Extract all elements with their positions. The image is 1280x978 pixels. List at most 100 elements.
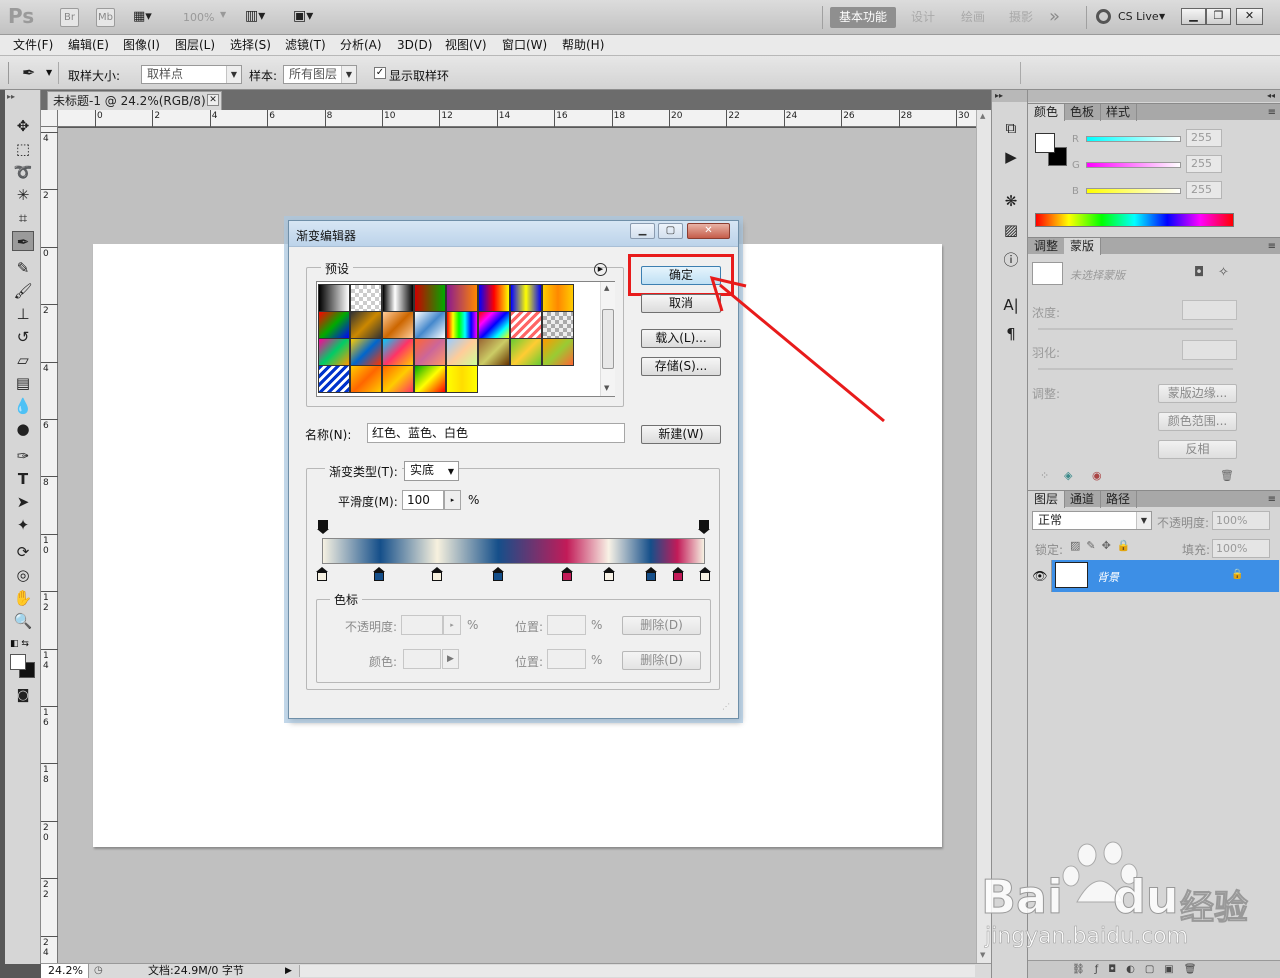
workspace-essentials[interactable]: 基本功能 [830, 7, 896, 28]
green-slider[interactable] [1086, 162, 1181, 168]
tab-channels[interactable]: 通道 [1064, 491, 1102, 508]
gradient-preset-swatch[interactable] [318, 365, 350, 393]
healing-brush-tool-icon[interactable]: ✎ [12, 258, 34, 278]
invert-button[interactable]: 反相 [1158, 440, 1237, 459]
type-tool-icon[interactable]: T [12, 469, 34, 489]
show-ring-checkbox[interactable]: ✓ [374, 67, 386, 79]
pen-tool-icon[interactable]: ✑ [12, 446, 34, 466]
info-panel-icon[interactable]: ⓘ [1001, 250, 1021, 270]
workspace-design[interactable]: 设计 [900, 7, 946, 28]
feather-field[interactable] [1182, 340, 1237, 360]
tab-masks[interactable]: 蒙版 [1064, 238, 1102, 255]
tab-layers[interactable]: 图层 [1028, 491, 1066, 508]
minimize-button[interactable]: ▁ [1181, 8, 1206, 25]
feather-slider[interactable] [1038, 368, 1233, 370]
blue-value[interactable]: 255 [1186, 181, 1222, 199]
opacity-stop-right[interactable] [698, 520, 710, 534]
status-menu-icon[interactable]: ▶ [285, 964, 292, 978]
gradient-preset-swatch[interactable] [350, 284, 382, 312]
gradient-preset-swatch[interactable] [542, 284, 574, 312]
layer-row-background[interactable]: 👁 背景 🔒 [1029, 560, 1279, 592]
gradient-preset-swatch[interactable] [414, 338, 446, 366]
gradient-preset-swatch[interactable] [510, 311, 542, 339]
color-location-field[interactable] [547, 649, 586, 669]
red-value[interactable]: 255 [1186, 129, 1222, 147]
menu-image[interactable]: 图像(I) [123, 37, 160, 54]
tab-paths[interactable]: 路径 [1100, 491, 1138, 508]
mask-visibility-icon[interactable]: ◉ [1092, 469, 1102, 482]
menu-window[interactable]: 窗口(W) [502, 37, 547, 54]
menu-layer[interactable]: 图层(L) [175, 37, 215, 54]
minimize-icon[interactable]: ▁ [630, 223, 655, 239]
gradient-preset-swatch[interactable] [542, 338, 574, 366]
collapse-icon[interactable]: ▸▸ [7, 92, 15, 101]
maximize-icon[interactable]: ▢ [658, 223, 683, 239]
color-stop[interactable] [316, 567, 328, 581]
workspace-photography[interactable]: 摄影 [998, 7, 1044, 28]
gradient-preset-swatch[interactable] [446, 338, 478, 366]
character-panel-icon[interactable]: A| [1001, 295, 1021, 315]
density-field[interactable] [1182, 300, 1237, 320]
opacity-stop-left[interactable] [317, 520, 329, 534]
density-slider[interactable] [1038, 328, 1233, 330]
zoom-field[interactable]: 24.2% [41, 964, 89, 978]
eyedropper-tool-icon[interactable]: ✒ [12, 231, 34, 251]
zoom-tool-icon[interactable]: 🔍 [12, 611, 34, 631]
gradient-preset-swatch[interactable] [414, 311, 446, 339]
stop-opacity-stepper[interactable]: ▸ [443, 615, 461, 635]
scroll-thumb[interactable] [602, 309, 614, 369]
history-panel-icon[interactable]: ⧉ [1001, 118, 1021, 138]
color-stop[interactable] [492, 567, 505, 581]
dodge-tool-icon[interactable]: ● [12, 419, 34, 439]
gradient-preset-swatch[interactable] [382, 338, 414, 366]
view-extras-icon[interactable]: ▦▾ [133, 9, 163, 26]
navigator-panel-icon[interactable]: ❋ [1001, 191, 1021, 211]
color-stop[interactable] [430, 567, 443, 581]
blend-mode-select[interactable]: 正常 ▼ [1032, 511, 1152, 530]
tab-color[interactable]: 颜色 [1028, 104, 1066, 121]
gradient-preset-swatch[interactable] [510, 338, 542, 366]
cslive-menu[interactable]: CS Live [1118, 10, 1159, 23]
scroll-up-icon[interactable]: ▲ [980, 112, 985, 120]
fill-field[interactable]: 100% [1212, 539, 1270, 558]
gradient-preset-swatch[interactable] [350, 365, 382, 393]
marquee-tool-icon[interactable]: ⬚ [12, 139, 34, 159]
arrange-documents-icon[interactable]: ▥▾ [245, 8, 265, 24]
sample-select[interactable]: 所有图层 ▼ [283, 65, 357, 84]
restore-button[interactable]: ❐ [1206, 8, 1231, 25]
gradient-preset-swatch[interactable] [318, 338, 350, 366]
foreground-color-swatch[interactable] [1035, 133, 1055, 153]
stop-opacity-field[interactable] [401, 615, 443, 635]
add-pixel-mask-icon[interactable]: ◘ [1194, 265, 1204, 280]
actions-panel-icon[interactable]: ▶ [1001, 147, 1021, 167]
screen-mode-icon[interactable]: ▣▾ [293, 8, 313, 24]
panel-menu-icon[interactable]: ≡ [1268, 238, 1276, 255]
color-range-button[interactable]: 颜色范围... [1158, 412, 1237, 431]
gradient-preset-swatch[interactable] [382, 365, 414, 393]
close-tab-icon[interactable]: ✕ [207, 94, 219, 106]
paragraph-panel-icon[interactable]: ¶ [1001, 324, 1021, 344]
gradient-preset-swatch[interactable] [318, 311, 350, 339]
history-brush-tool-icon[interactable]: ↺ [12, 327, 34, 347]
red-slider[interactable] [1086, 136, 1181, 142]
document-tab[interactable]: 未标题-1 @ 24.2%(RGB/8) * ✕ [47, 91, 222, 110]
vertical-scrollbar[interactable]: ▲ ▼ [976, 110, 991, 963]
menu-file[interactable]: 文件(F) [13, 37, 53, 54]
gradient-tool-icon[interactable]: ▤ [12, 373, 34, 393]
brush-tool-icon[interactable]: 🖌 [12, 281, 34, 301]
eye-icon[interactable]: 👁 [1029, 560, 1052, 592]
tab-styles[interactable]: 样式 [1100, 104, 1138, 121]
panel-menu-icon[interactable]: ≡ [1268, 491, 1276, 508]
presets-scrollbar[interactable]: ▲ ▼ [600, 282, 615, 396]
eyedropper-icon[interactable]: ✒ [22, 63, 35, 82]
gradient-preset-swatch[interactable] [478, 311, 510, 339]
stop-color-menu-icon[interactable]: ▶ [442, 649, 459, 669]
mask-edge-button[interactable]: 蒙版边缘... [1158, 384, 1237, 403]
collapse-icon[interactable]: ◂◂ [1028, 90, 1280, 102]
name-field[interactable]: 红色、蓝色、白色 [367, 423, 625, 443]
menu-help[interactable]: 帮助(H) [562, 37, 604, 54]
panel-menu-icon[interactable]: ≡ [1268, 104, 1276, 121]
zoom-level-combo[interactable]: 100% [183, 11, 214, 24]
tab-swatches[interactable]: 色板 [1064, 104, 1102, 121]
close-icon[interactable]: ✕ [687, 223, 730, 239]
